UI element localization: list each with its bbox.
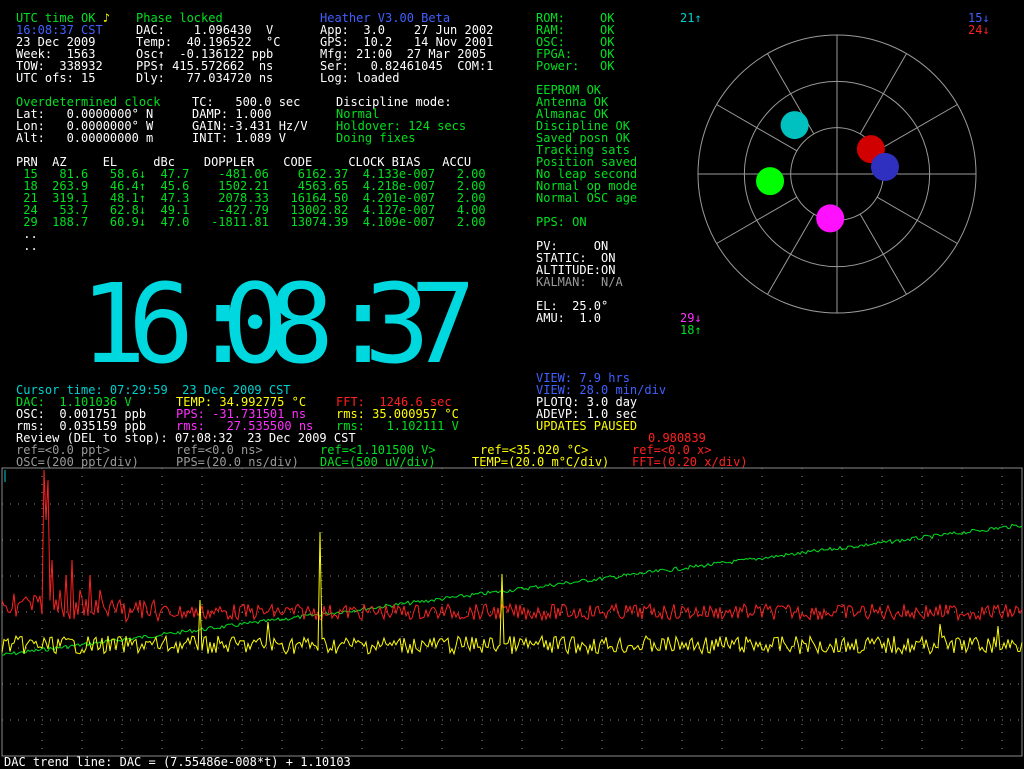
strip-chart[interactable] bbox=[0, 0, 1024, 768]
dac-trend-line: DAC trend line: DAC = (7.55486e-008*t) +… bbox=[4, 755, 351, 769]
temp-series-line bbox=[1, 531, 1023, 656]
dac-series-line bbox=[2, 523, 1023, 656]
